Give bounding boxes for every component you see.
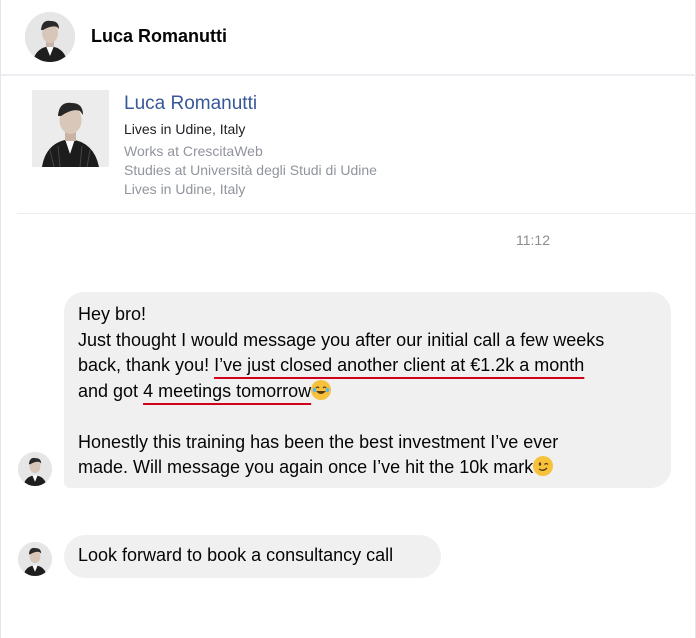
profile-photo[interactable]	[32, 90, 109, 167]
message-line: Look forward to book a consultancy call	[78, 545, 394, 565]
contact-avatar[interactable]	[25, 12, 75, 62]
conversation-header: Luca Romanutti	[1, 0, 696, 76]
message-spacer	[78, 404, 657, 430]
message-text: 4 meetings tomorrow	[143, 380, 312, 401]
underlined-text: I’ve just closed another client at €1.2k…	[214, 355, 585, 375]
laughing-tears-emoji-icon	[311, 379, 332, 400]
sender-avatar[interactable]	[18, 542, 52, 576]
message-text: and got	[78, 380, 144, 401]
profile-name-link[interactable]: Luca Romanutti	[124, 93, 257, 115]
profile-work: Works at CrescitaWeb	[124, 143, 263, 159]
sender-avatar[interactable]	[18, 452, 52, 486]
message-line: made. Will message you again once I’ve h…	[78, 455, 657, 481]
message-timestamp: 11:12	[516, 232, 550, 248]
message-line: Honestly this training has been the best…	[78, 431, 559, 452]
underlined-text: 4 meetings tomorrow	[143, 379, 332, 401]
profile-card: Luca Romanutti Lives in Udine, Italy Wor…	[17, 77, 695, 214]
message-bubble[interactable]: Hey bro! Just thought I would message yo…	[64, 292, 671, 488]
profile-education: Studies at Università degli Studi di Udi…	[124, 162, 377, 178]
message-text: made. Will message you again once I’ve h…	[78, 457, 534, 477]
message-bubble[interactable]: Look forward to book a consultancy call	[64, 535, 441, 578]
contact-name[interactable]: Luca Romanutti	[91, 26, 227, 47]
winking-emoji-icon	[533, 456, 554, 476]
message-text: back, thank you!	[78, 355, 215, 375]
profile-location: Lives in Udine, Italy	[124, 121, 246, 137]
profile-residence: Lives in Udine, Italy	[124, 181, 246, 197]
message-line: and got 4 meetings tomorrow	[78, 379, 657, 405]
message-line: Hey bro!	[78, 304, 147, 324]
chat-window: Luca Romanutti Luca Romanutti Lives in U…	[0, 0, 696, 638]
message-line: back, thank you! I’ve just closed anothe…	[78, 353, 657, 379]
message-line: Just thought I would message you after o…	[78, 329, 605, 350]
